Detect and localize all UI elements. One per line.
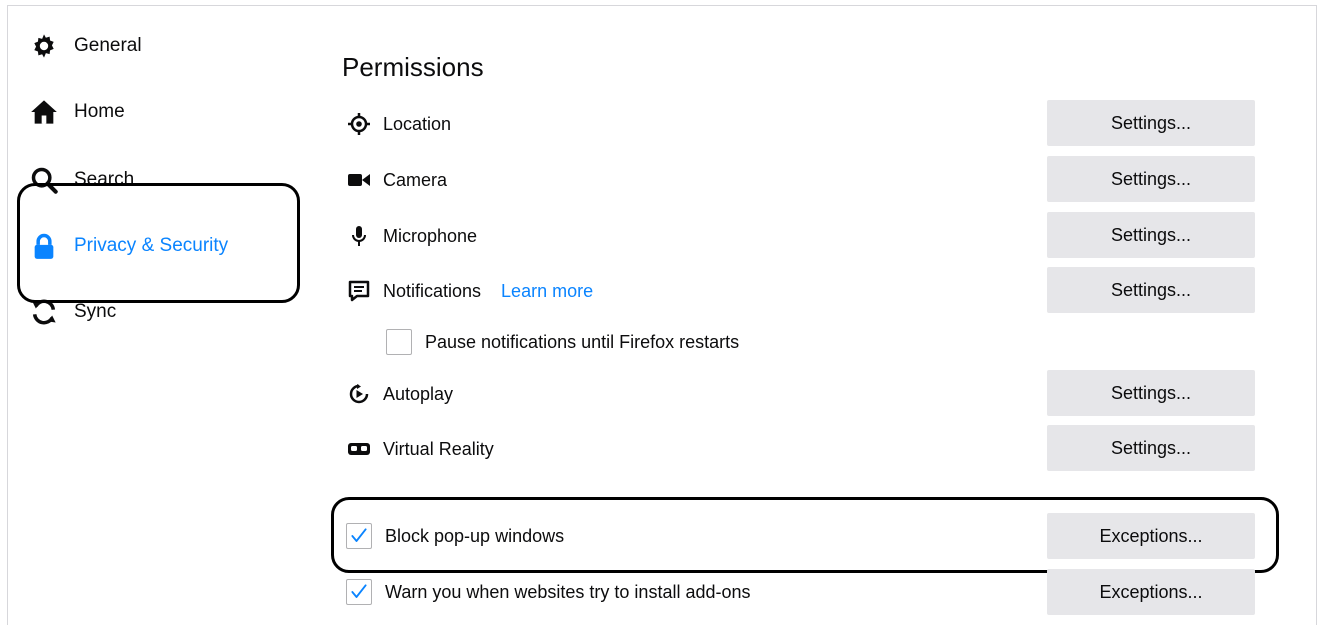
home-icon [30,95,64,129]
permission-row-notifications: Notifications Learn more [345,273,593,309]
vr-icon [345,435,373,463]
location-settings-button[interactable]: Settings... [1047,100,1255,146]
permission-label: Virtual Reality [383,438,494,459]
warn-addons-exceptions-button[interactable]: Exceptions... [1047,569,1255,615]
section-title: Permissions [342,52,484,82]
sidebar-item-general[interactable]: General [30,26,142,66]
sidebar-item-label: Home [74,101,125,122]
permission-label: Notifications [383,280,482,301]
permission-row-microphone: Microphone [345,218,477,254]
warn-addons-checkbox[interactable] [346,579,372,605]
microphone-settings-button[interactable]: Settings... [1047,212,1255,258]
permission-row-camera: Camera [345,162,447,198]
permission-label: Autoplay [383,383,454,404]
permission-row-location: Location [345,106,451,142]
notifications-icon [345,277,373,305]
sidebar-item-home[interactable]: Home [30,92,125,132]
checkbox-label: Warn you when websites try to install ad… [385,581,751,602]
camera-icon [345,166,373,194]
pause-notifications-checkbox-row[interactable]: Pause notifications until Firefox restar… [386,327,739,357]
permission-label: Location [383,113,452,134]
virtual-reality-settings-button[interactable]: Settings... [1047,425,1255,471]
warn-addons-checkbox-row[interactable]: Warn you when websites try to install ad… [346,577,751,607]
autoplay-settings-button[interactable]: Settings... [1047,370,1255,416]
camera-settings-button[interactable]: Settings... [1047,156,1255,202]
location-icon [345,110,373,138]
sidebar-item-label: General [74,35,142,56]
permission-label: Camera [383,169,448,190]
pause-notifications-checkbox[interactable] [386,329,412,355]
permission-label: Microphone [383,225,478,246]
gear-icon [30,29,64,63]
learn-more-link[interactable]: Learn more [501,281,593,302]
highlight-box [17,183,300,303]
permission-row-virtual-reality: Virtual Reality [345,431,494,467]
sidebar-item-label: Sync [74,301,117,322]
permission-row-autoplay: Autoplay [345,376,453,412]
notifications-settings-button[interactable]: Settings... [1047,267,1255,313]
checkmark-icon [351,584,367,598]
highlight-box [331,497,1279,573]
microphone-icon [345,222,373,250]
autoplay-icon [345,380,373,408]
checkbox-label: Pause notifications until Firefox restar… [425,331,740,352]
